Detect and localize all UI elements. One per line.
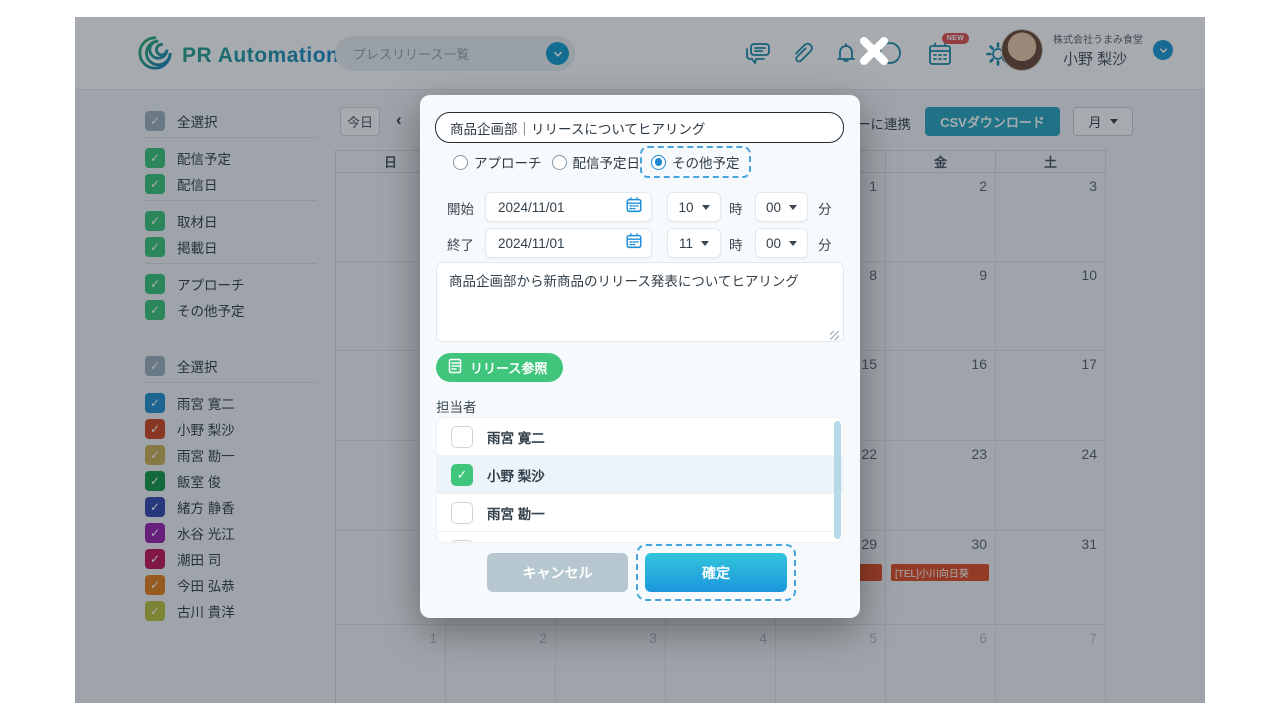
confirm-highlight-box [636,544,796,601]
start-datetime-row: 開始 2024/11/01 10 時 00 分 [420,192,860,222]
textarea-resize-handle[interactable] [830,331,839,340]
checkbox-unchecked[interactable] [451,426,473,448]
chevron-down-icon [702,205,710,210]
checkbox-unchecked[interactable] [451,540,473,544]
cancel-button[interactable]: キャンセル [487,553,628,592]
assignee-row[interactable]: ✓ 小野 梨沙 [437,456,843,494]
radio-icon[interactable] [552,155,567,170]
event-type-radio-group: アプローチ 配信予定日 その他予定 [420,152,860,172]
event-edit-modal: アプローチ 配信予定日 その他予定 開始 2024/11/01 [420,95,860,618]
chevron-down-icon [701,241,709,246]
end-hour-select[interactable]: 11 [667,228,721,258]
chevron-down-icon [789,205,797,210]
screen: PR Automation プレスリリース一覧 [0,0,1280,720]
radio-selected-icon[interactable] [651,155,666,170]
start-hour-select[interactable]: 10 [667,192,721,222]
scrollbar-thumb[interactable] [834,421,841,539]
checkbox-unchecked[interactable] [451,502,473,524]
checkbox-checked[interactable]: ✓ [451,464,473,486]
end-datetime-row: 終了 2024/11/01 11 時 00 分 [420,228,860,258]
release-reference-button[interactable]: リリース参照 [436,353,563,382]
calendar-picker-icon[interactable] [625,232,643,255]
start-date-input[interactable]: 2024/11/01 [485,192,652,222]
radio-icon[interactable] [453,155,468,170]
assignee-row[interactable]: 飯室 俊 [437,532,843,543]
calendar-picker-icon[interactable] [625,196,643,219]
modal-close-button[interactable] [852,30,896,74]
assignee-row[interactable]: 雨宮 寛二 [437,418,843,456]
event-title-input[interactable] [435,112,844,143]
chevron-down-icon [789,241,797,246]
radio-other-selected-highlight[interactable]: その他予定 [640,146,751,178]
close-icon [855,58,893,73]
start-minute-select[interactable]: 00 [755,192,808,222]
radio-delivery-date[interactable]: 配信予定日 [552,152,641,172]
assignee-list: 雨宮 寛二 ✓ 小野 梨沙 雨宮 勘一 飯室 俊 [436,417,844,543]
end-minute-select[interactable]: 00 [755,228,808,258]
radio-approach[interactable]: アプローチ [453,152,542,172]
end-date-input[interactable]: 2024/11/01 [485,228,652,258]
event-description-textarea[interactable]: 商品企画部から新商品のリリース発表についてヒアリング [436,262,844,342]
document-icon [448,358,463,377]
assignee-row[interactable]: 雨宮 勘一 [437,494,843,532]
assignee-label: 担当者 [436,396,477,416]
